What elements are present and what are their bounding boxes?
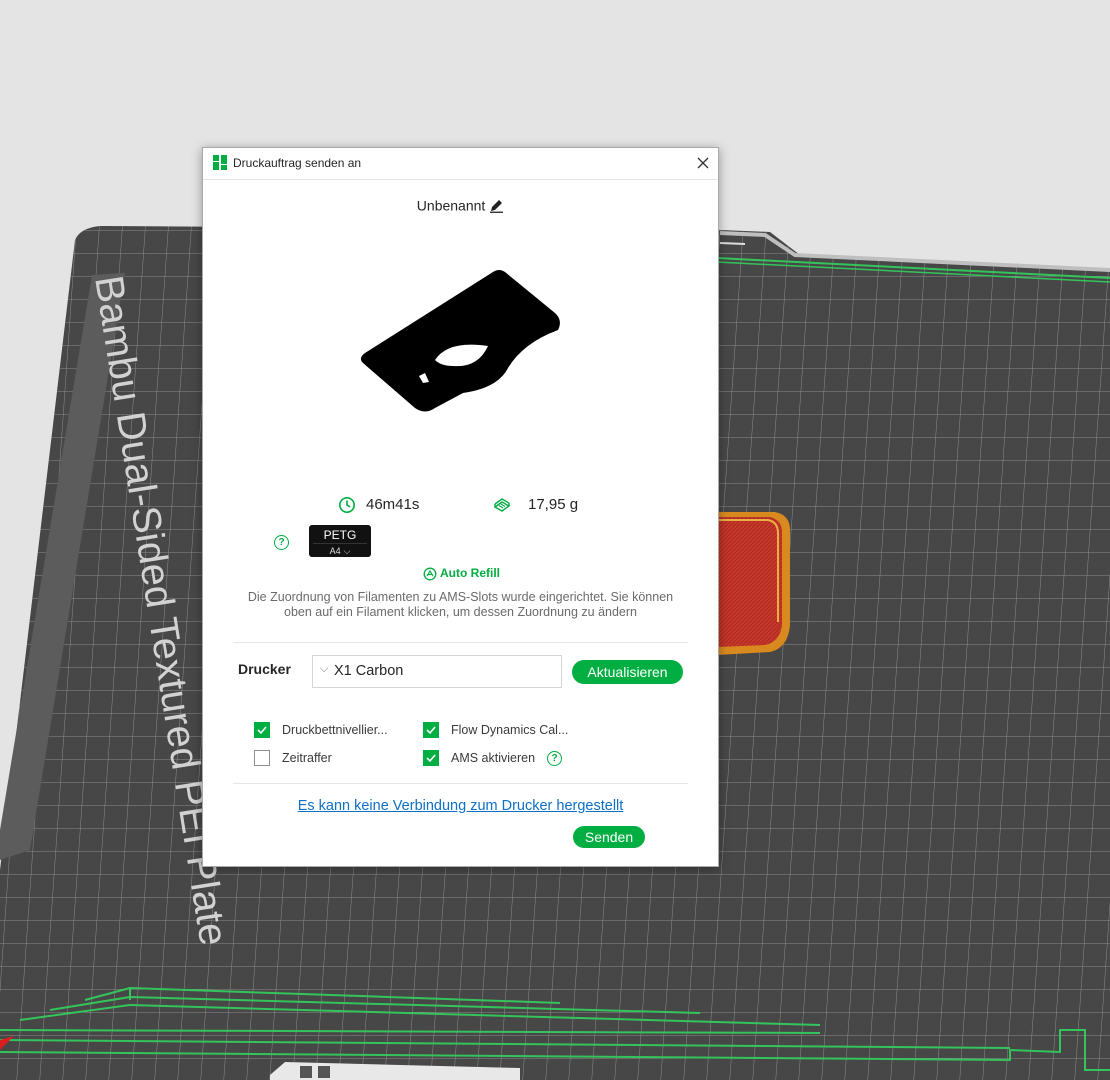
auto-refill-link[interactable]: Auto Refill: [423, 566, 500, 581]
filament-slot-row: A4 ⌵: [313, 543, 367, 558]
filament-spool-icon: [493, 498, 511, 512]
send-print-dialog: Druckauftrag senden an Unbenannt 46m41s …: [202, 147, 719, 867]
bambu-studio-app-icon: [213, 155, 227, 170]
printer-selected-value: X1 Carbon: [334, 663, 404, 679]
ams-help-icon[interactable]: ?: [547, 751, 562, 766]
flow-dynamics-checkbox[interactable]: [423, 722, 439, 738]
flow-dynamics-label: Flow Dynamics Cal...: [451, 723, 569, 737]
clock-icon: [339, 497, 355, 513]
timelapse-checkbox[interactable]: [254, 750, 270, 766]
refresh-button[interactable]: Aktualisieren: [572, 660, 683, 684]
close-icon[interactable]: [693, 153, 713, 173]
chevron-down-icon: ⌵: [320, 663, 329, 675]
filament-material: PETG: [323, 528, 357, 542]
timelapse-label: Zeitraffer: [282, 751, 332, 765]
filament-weight: 17,95 g: [528, 496, 579, 513]
chevron-down-icon: ⌵: [343, 546, 351, 556]
model-thumbnail: [360, 270, 560, 412]
printer-select[interactable]: ⌵ X1 Carbon: [312, 655, 562, 688]
divider-top: [233, 642, 688, 643]
pencil-icon[interactable]: [489, 198, 504, 213]
dialog-title: Druckauftrag senden an: [233, 156, 362, 170]
printer-label: Drucker: [238, 661, 291, 677]
connection-error-link[interactable]: Es kann keine Verbindung zum Drucker her…: [203, 798, 718, 814]
auto-refill-label: Auto Refill: [440, 566, 500, 580]
filament-slot: A4: [329, 546, 341, 556]
print-time: 46m41s: [366, 496, 420, 513]
bed-leveling-checkbox[interactable]: [254, 722, 270, 738]
filament-slot-button[interactable]: PETG A4 ⌵: [309, 525, 371, 557]
ams-enable-label: AMS aktivieren: [451, 751, 536, 765]
bed-leveling-label: Druckbettnivellier...: [282, 723, 388, 737]
plate-name-row: Unbenannt: [203, 196, 718, 213]
divider-bottom: [233, 783, 688, 784]
filament-help-icon[interactable]: ?: [274, 535, 289, 550]
plate-name: Unbenannt: [416, 197, 486, 214]
ams-mapping-info: Die Zuordnung von Filamenten zu AMS-Slot…: [247, 590, 674, 619]
ams-enable-checkbox[interactable]: [423, 750, 439, 766]
model-on-plate: [717, 512, 790, 655]
send-button[interactable]: Senden: [573, 826, 645, 848]
refill-icon: [423, 567, 437, 581]
dialog-titlebar: Druckauftrag senden an: [203, 148, 718, 180]
